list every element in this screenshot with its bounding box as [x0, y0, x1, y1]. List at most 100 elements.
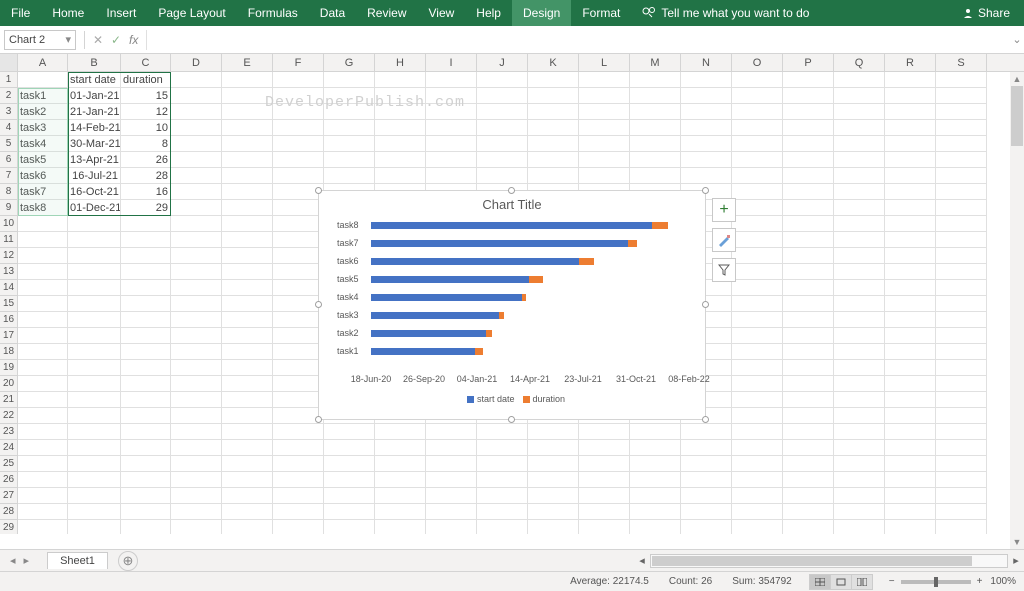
resize-handle[interactable] — [702, 301, 709, 308]
cell[interactable] — [732, 344, 783, 360]
cell[interactable] — [324, 488, 375, 504]
zoom-slider-handle[interactable] — [934, 577, 938, 587]
cell[interactable] — [18, 440, 68, 456]
enter-icon[interactable]: ✓ — [107, 33, 125, 47]
cell[interactable]: 28 — [121, 168, 171, 184]
cell[interactable]: task4 — [18, 136, 68, 152]
cell[interactable] — [936, 312, 987, 328]
cell[interactable] — [834, 216, 885, 232]
cell[interactable] — [171, 408, 222, 424]
cell[interactable] — [273, 168, 324, 184]
cell[interactable] — [68, 248, 121, 264]
row-header[interactable]: 6 — [0, 152, 18, 168]
chart-bar-start[interactable] — [371, 348, 475, 355]
cell[interactable] — [630, 104, 681, 120]
cell[interactable] — [681, 440, 732, 456]
ribbon-tab-formulas[interactable]: Formulas — [237, 0, 309, 26]
cell[interactable] — [121, 472, 171, 488]
cell[interactable] — [834, 520, 885, 534]
cell[interactable] — [18, 392, 68, 408]
col-header[interactable]: I — [426, 54, 477, 71]
resize-handle[interactable] — [315, 416, 322, 423]
cell[interactable] — [273, 280, 324, 296]
cell[interactable] — [528, 120, 579, 136]
cell[interactable] — [936, 424, 987, 440]
cell[interactable] — [18, 344, 68, 360]
add-sheet-button[interactable]: ⊕ — [118, 551, 138, 571]
chart-bar-start[interactable] — [371, 276, 529, 283]
cell[interactable] — [630, 472, 681, 488]
cell[interactable] — [273, 328, 324, 344]
cell[interactable] — [732, 120, 783, 136]
resize-handle[interactable] — [315, 301, 322, 308]
embedded-chart[interactable]: Chart Title task8task7task6task5task4tas… — [318, 190, 706, 420]
cell[interactable] — [783, 360, 834, 376]
cell[interactable] — [18, 264, 68, 280]
cell[interactable] — [885, 360, 936, 376]
cell[interactable] — [834, 296, 885, 312]
cell[interactable] — [834, 408, 885, 424]
cell[interactable] — [426, 440, 477, 456]
cell[interactable] — [732, 376, 783, 392]
cell[interactable] — [936, 344, 987, 360]
cell[interactable] — [528, 72, 579, 88]
cell[interactable] — [222, 376, 273, 392]
cell[interactable] — [936, 520, 987, 534]
cell[interactable]: start date — [68, 72, 121, 88]
cell[interactable] — [885, 488, 936, 504]
spreadsheet-grid[interactable]: ABCDEFGHIJKLMNOPQRS 1start dateduration2… — [0, 54, 1024, 549]
chart-bar-start[interactable] — [371, 258, 579, 265]
cell[interactable] — [68, 424, 121, 440]
cell[interactable] — [477, 120, 528, 136]
cell[interactable] — [885, 104, 936, 120]
cell[interactable] — [324, 440, 375, 456]
cell[interactable] — [834, 104, 885, 120]
col-header[interactable]: C — [121, 54, 171, 71]
row-header[interactable]: 25 — [0, 456, 18, 472]
cell[interactable] — [121, 440, 171, 456]
cell[interactable]: 12 — [121, 104, 171, 120]
cell[interactable] — [222, 120, 273, 136]
cell[interactable] — [885, 264, 936, 280]
scroll-down-icon[interactable]: ▼ — [1013, 535, 1022, 549]
cell[interactable]: 14-Feb-21 — [68, 120, 121, 136]
cell[interactable] — [222, 472, 273, 488]
col-header[interactable]: Q — [834, 54, 885, 71]
cell[interactable] — [477, 136, 528, 152]
cell[interactable] — [18, 72, 68, 88]
cell[interactable] — [579, 88, 630, 104]
cell[interactable] — [121, 280, 171, 296]
cell[interactable] — [222, 232, 273, 248]
cell[interactable] — [936, 472, 987, 488]
cell[interactable] — [783, 280, 834, 296]
cell[interactable]: 21-Jan-21 — [68, 104, 121, 120]
cell[interactable]: 30-Mar-21 — [68, 136, 121, 152]
resize-handle[interactable] — [508, 187, 515, 194]
cell[interactable] — [936, 280, 987, 296]
cell[interactable] — [528, 456, 579, 472]
cell[interactable] — [273, 232, 324, 248]
cell[interactable] — [171, 504, 222, 520]
cancel-icon[interactable]: ✕ — [89, 33, 107, 47]
cell[interactable] — [528, 488, 579, 504]
cell[interactable] — [783, 216, 834, 232]
cell[interactable] — [885, 248, 936, 264]
cell[interactable] — [579, 168, 630, 184]
vertical-scrollbar[interactable]: ▲ ▼ — [1010, 72, 1024, 549]
cell[interactable] — [477, 72, 528, 88]
cell[interactable] — [222, 408, 273, 424]
cell[interactable] — [222, 456, 273, 472]
cell[interactable] — [528, 440, 579, 456]
cell[interactable]: task1 — [18, 88, 68, 104]
cell[interactable] — [885, 408, 936, 424]
cell[interactable] — [324, 168, 375, 184]
cell[interactable] — [324, 472, 375, 488]
cell[interactable] — [732, 152, 783, 168]
cell[interactable] — [783, 232, 834, 248]
chart-bar-start[interactable] — [371, 330, 486, 337]
cell[interactable] — [783, 200, 834, 216]
cell[interactable] — [222, 72, 273, 88]
cell[interactable] — [783, 408, 834, 424]
row-header[interactable]: 10 — [0, 216, 18, 232]
cell[interactable] — [783, 184, 834, 200]
